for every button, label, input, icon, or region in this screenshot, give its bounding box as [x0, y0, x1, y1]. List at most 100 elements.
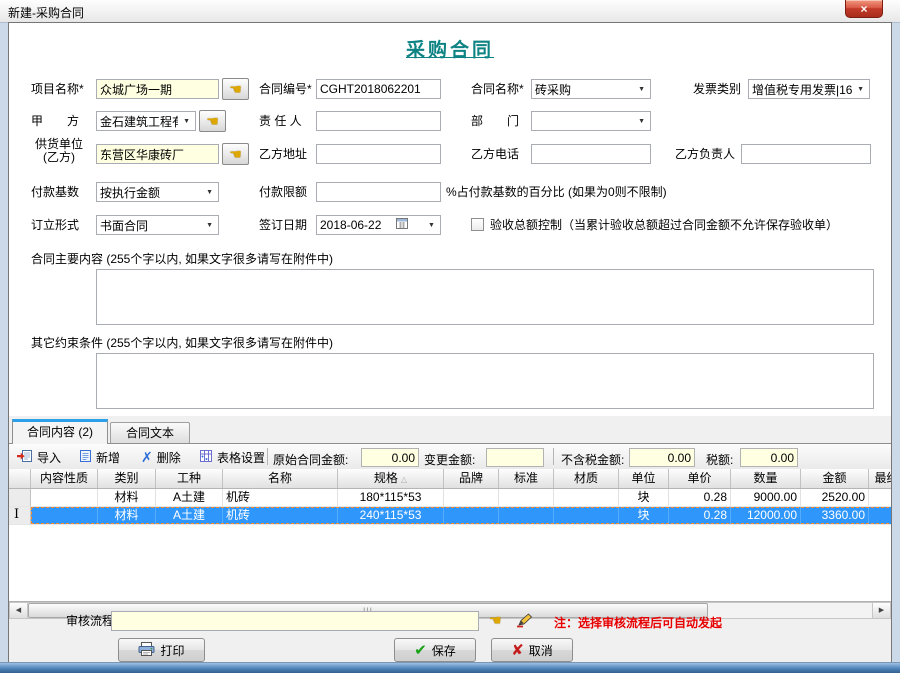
grid-row[interactable]: 材料A土建机砖180*115*53 块0.289000.002520.00	[9, 489, 891, 507]
save-button[interactable]: ✔ 保存	[394, 638, 476, 662]
grid-column-header[interactable]: 数量	[731, 469, 801, 488]
review-flow-input[interactable]	[111, 611, 479, 631]
party-a-label: 甲 方	[31, 111, 79, 131]
party-b-phone-input[interactable]	[531, 144, 651, 164]
grid-column-header[interactable]: 单位	[619, 469, 669, 488]
calendar-icon	[396, 218, 408, 232]
party-a-select[interactable]: 金石建筑工程有限公 ▼	[96, 111, 196, 131]
grid-cell[interactable]: 9000.00	[731, 489, 801, 506]
hand-pick-icon: ☚	[229, 147, 242, 161]
scroll-right-arrow-icon[interactable]: ▶	[872, 603, 890, 618]
payment-base-label: 付款基数	[31, 182, 79, 202]
party-b-manager-input[interactable]	[741, 144, 871, 164]
tax-amount-input[interactable]	[740, 448, 798, 467]
table-settings-icon	[199, 449, 213, 466]
contract-name-select[interactable]: 砖采购 ▼	[531, 79, 651, 99]
grid-cell[interactable]	[499, 489, 554, 506]
grid-cell[interactable]: 240*115*53	[338, 507, 444, 524]
grid-cell[interactable]: 180*115*53	[338, 489, 444, 506]
close-button[interactable]: ×	[845, 0, 883, 18]
grid-cell[interactable]	[31, 489, 98, 506]
grid-column-header[interactable]: 工种	[156, 469, 223, 488]
chevron-down-icon: ▼	[178, 118, 195, 125]
form-type-select[interactable]: 书面合同 ▼	[96, 215, 219, 235]
grid-row[interactable]: 材料A土建机砖240*115*53 块0.2812000.003360.00	[9, 507, 891, 525]
sign-date-label: 签订日期	[259, 215, 307, 235]
tab-contract-text[interactable]: 合同文本	[110, 422, 190, 443]
grid-cell[interactable]: 2520.00	[801, 489, 869, 506]
grid-cell[interactable]: A土建	[156, 507, 223, 524]
grid-cell[interactable]: 3360.00	[801, 507, 869, 524]
grid-column-header[interactable]: 规格△	[338, 469, 444, 488]
grid-cell[interactable]: 机砖	[223, 489, 338, 506]
payment-limit-input[interactable]	[316, 182, 441, 202]
import-button[interactable]: 导入	[15, 447, 63, 467]
row-indicator-cell[interactable]	[9, 507, 31, 524]
review-pick-button[interactable]: ☚	[489, 613, 502, 628]
project-name-input[interactable]	[96, 79, 219, 99]
party-b-address-input[interactable]	[316, 144, 441, 164]
grid-cell[interactable]: 0.28	[669, 489, 731, 506]
pencil-icon	[516, 616, 533, 631]
grid-cell[interactable]: 机砖	[223, 507, 338, 524]
grid-cell[interactable]: 材料	[98, 507, 156, 524]
delete-button[interactable]: ✗ 删除	[139, 447, 183, 467]
form-type-value: 书面合同	[100, 217, 148, 234]
add-button[interactable]: 新增	[77, 447, 122, 467]
grid-column-header[interactable]: 金额	[801, 469, 869, 488]
contract-no-input[interactable]	[316, 79, 441, 99]
grid-cell[interactable]	[554, 507, 619, 524]
grid-cell[interactable]	[31, 507, 98, 524]
grid-cell[interactable]	[444, 507, 499, 524]
tab-contract-content[interactable]: 合同内容 (2)	[12, 419, 108, 444]
supplier-input[interactable]	[96, 144, 219, 164]
party-a-lookup-button[interactable]: ☚	[199, 110, 226, 132]
grid-column-header[interactable]: 类别	[98, 469, 156, 488]
grid-column-header[interactable]: 标准	[499, 469, 554, 488]
scroll-left-arrow-icon[interactable]: ◀	[10, 603, 28, 618]
grid-column-header[interactable]: 名称	[223, 469, 338, 488]
project-lookup-button[interactable]: ☚	[222, 78, 249, 100]
owner-input[interactable]	[316, 111, 441, 131]
payment-base-select[interactable]: 按执行金额 ▼	[96, 182, 219, 202]
party-b-phone-label: 乙方电话	[471, 144, 519, 164]
grid-cell[interactable]: 块	[619, 507, 669, 524]
grid-cell[interactable]: 块	[619, 489, 669, 506]
toolbar-separator	[553, 448, 554, 465]
grid-column-header[interactable]: 最终数量	[869, 469, 891, 488]
acceptance-control-checkbox[interactable]	[471, 218, 484, 231]
review-sign-button[interactable]	[516, 613, 533, 631]
owner-label: 责 任 人	[259, 111, 302, 131]
title-bar: 新建-采购合同 ×	[0, 0, 900, 23]
grid-column-header[interactable]: 品牌	[444, 469, 499, 488]
grid-cell[interactable]	[869, 489, 891, 506]
table-settings-button[interactable]: 表格设置	[197, 447, 267, 467]
grid-cell[interactable]	[444, 489, 499, 506]
main-content-textarea[interactable]	[96, 269, 874, 325]
original-amount-input[interactable]	[361, 448, 419, 467]
grid-column-header[interactable]: 内容性质	[31, 469, 98, 488]
payment-limit-hint: %占付款基数的百分比 (如果为0则不限制)	[446, 182, 667, 202]
supplier-lookup-button[interactable]: ☚	[222, 143, 249, 165]
grid-cell[interactable]: 材料	[98, 489, 156, 506]
print-button[interactable]: 打印	[118, 638, 205, 662]
grid-column-header[interactable]: 材质	[554, 469, 619, 488]
invoice-type-select[interactable]: 增值税专用发票|16 ▼	[748, 79, 870, 99]
grid-cell[interactable]: 12000.00	[731, 507, 801, 524]
import-label: 导入	[37, 449, 61, 466]
change-amount-input[interactable]	[486, 448, 544, 467]
sign-date-picker[interactable]: 2018-06-22 ▼	[316, 215, 441, 235]
grid-cell[interactable]: 0.28	[669, 507, 731, 524]
grid-cell[interactable]	[869, 507, 891, 524]
contract-name-label: 合同名称*	[471, 79, 524, 99]
grid-cell[interactable]	[554, 489, 619, 506]
original-amount-label: 原始合同金额:	[273, 451, 348, 468]
row-indicator-cell[interactable]	[9, 489, 31, 506]
grid-column-header[interactable]: 单价	[669, 469, 731, 488]
dept-select[interactable]: ▼	[531, 111, 651, 131]
other-terms-textarea[interactable]	[96, 353, 874, 409]
grid-cell[interactable]: A土建	[156, 489, 223, 506]
grid-cell[interactable]	[499, 507, 554, 524]
cancel-button[interactable]: ✘ 取消	[491, 638, 573, 662]
notax-amount-input[interactable]	[629, 448, 695, 467]
